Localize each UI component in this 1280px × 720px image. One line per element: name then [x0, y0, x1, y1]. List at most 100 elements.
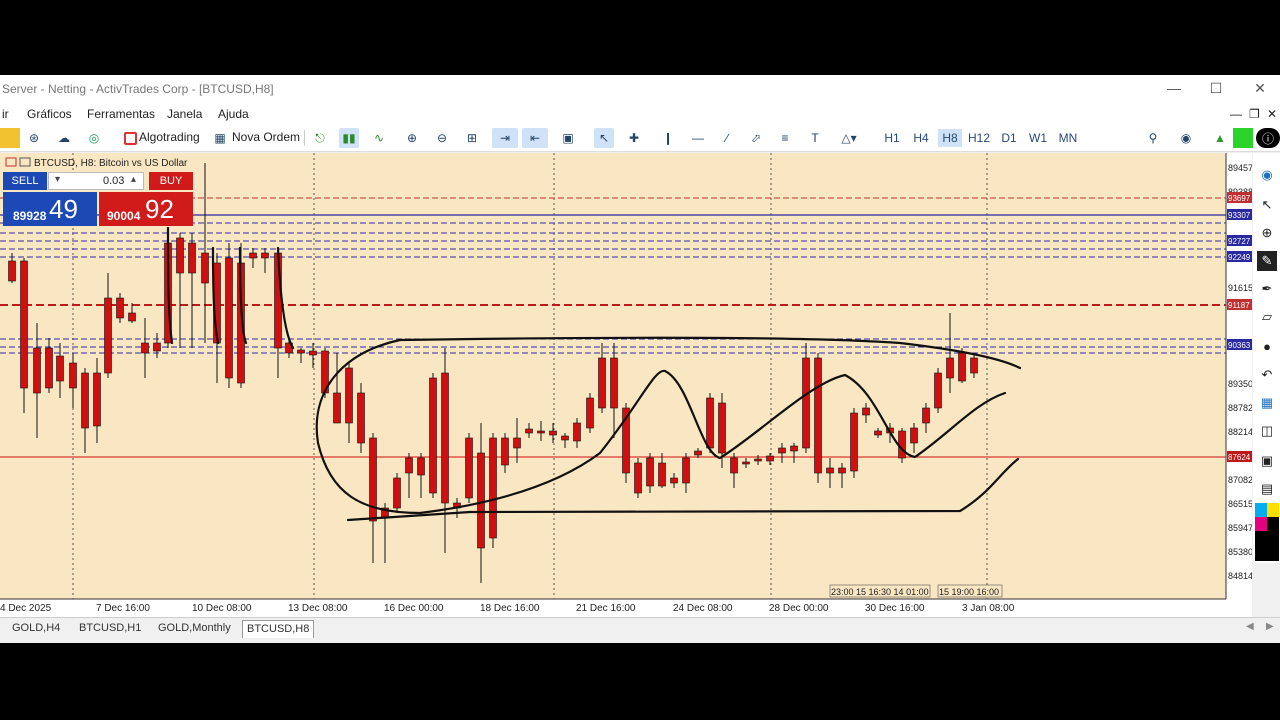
search-icon[interactable]: ⚲ — [1143, 128, 1163, 148]
timeframe-mn[interactable]: MN — [1056, 129, 1080, 147]
candle-body — [586, 397, 594, 429]
zoom-out-icon[interactable]: ⊖ — [432, 128, 452, 148]
candle-body — [333, 392, 341, 424]
candle-body — [357, 392, 365, 444]
candlestick-chart-icon[interactable]: ▮▮ — [339, 128, 359, 148]
timeframe-w1[interactable]: W1 — [1028, 129, 1048, 147]
candle-body — [850, 412, 858, 472]
buy-price-box[interactable]: 90004 92 — [99, 192, 193, 226]
candle-body — [706, 397, 714, 449]
algotrading-icon[interactable] — [120, 128, 140, 148]
trash-icon[interactable]: ▦ — [1257, 393, 1277, 413]
account-icon[interactable]: ◉ — [1176, 128, 1196, 148]
cloud-icon[interactable]: ☁ — [54, 128, 74, 148]
vertical-line-icon[interactable]: ❙ — [658, 128, 678, 148]
candle-body — [93, 372, 101, 427]
volume-up-icon[interactable]: ▴ — [131, 174, 136, 185]
minimize-button[interactable]: — — [1166, 80, 1182, 96]
candle-body — [694, 450, 702, 456]
trendline-icon[interactable]: ∕ — [717, 128, 737, 148]
globe-icon[interactable]: ◎ — [84, 128, 104, 148]
time-tick-label: 21 Dec 16:00 — [576, 603, 636, 614]
candle-body — [56, 355, 64, 382]
folder-icon[interactable] — [0, 128, 20, 148]
close-button[interactable]: ✕ — [1252, 80, 1268, 96]
maximize-button[interactable]: ☐ — [1208, 80, 1224, 96]
mdi-close-button[interactable]: ✕ — [1267, 107, 1277, 121]
timeframe-h4[interactable]: H4 — [911, 129, 931, 147]
candle-body — [934, 372, 942, 409]
candle-body — [249, 252, 257, 259]
dot-icon[interactable]: ● — [1257, 337, 1277, 357]
volume-value[interactable]: 0.03 — [103, 175, 124, 187]
bar-chart-icon[interactable]: ⎋ — [310, 128, 330, 148]
autoscroll-icon[interactable]: ⇥ — [492, 128, 518, 148]
candle-body — [297, 349, 305, 354]
menu-bar: ir Gráficos Ferramentas Janela Ajuda — ❐… — [0, 103, 1280, 125]
clipboard-icon[interactable]: ▤ — [1257, 479, 1277, 499]
fibonacci-icon[interactable]: ≡ — [775, 128, 795, 148]
tab-scroll-left-icon[interactable]: ◀ — [1246, 621, 1254, 632]
price-tick-label: 84814.71 — [1228, 571, 1252, 581]
candle-body — [910, 427, 918, 444]
price-level-badge-text: 93307 — [1228, 211, 1251, 220]
info-icon[interactable]: ⓘ — [1256, 128, 1280, 148]
horizontal-line-icon[interactable]: — — [688, 128, 708, 148]
eye-icon[interactable]: ◉ — [1257, 165, 1277, 185]
tab-gold-h4[interactable]: GOLD,H4 — [8, 620, 64, 637]
algotrading-button[interactable]: Algotrading — [139, 130, 200, 144]
buy-button[interactable]: BUY — [149, 172, 193, 190]
menu-item-arquivo[interactable]: ir — [2, 107, 9, 121]
nova-ordem-button[interactable]: Nova Ordem — [232, 130, 300, 144]
price-tick-label: 91615 — [1228, 283, 1252, 293]
pen-icon[interactable]: ✒ — [1257, 279, 1277, 299]
pointer-icon[interactable]: ↖ — [1257, 195, 1277, 215]
cursor-icon[interactable]: ↖ — [594, 128, 614, 148]
sell-button[interactable]: SELL — [3, 172, 47, 190]
menu-item-janela[interactable]: Janela — [167, 107, 202, 121]
sell-price-box[interactable]: 89928 49 — [3, 192, 97, 226]
color-palette[interactable] — [1255, 503, 1279, 561]
mdi-minimize-button[interactable]: — — [1230, 107, 1242, 121]
ruler-icon[interactable]: ▱ — [1257, 307, 1277, 327]
chart-shift-icon[interactable]: ⇤ — [522, 128, 548, 148]
main-toolbar: ⊛ ☁ ◎ Algotrading ▦ Nova Ordem ⎋ ▮▮ ∿ ⊕ … — [0, 125, 1280, 152]
eraser-icon[interactable]: ✎ — [1257, 251, 1277, 271]
grid-icon[interactable]: ⊞ — [462, 128, 482, 148]
tab-gold-monthly[interactable]: GOLD,Monthly — [154, 620, 235, 637]
menu-item-graficos[interactable]: Gráficos — [27, 107, 72, 121]
signal-strength-icon[interactable]: ▲ — [1210, 128, 1230, 148]
mdi-restore-button[interactable]: ❐ — [1249, 107, 1260, 121]
tab-btcusd-h1[interactable]: BTCUSD,H1 — [75, 620, 145, 637]
text-tool-icon[interactable]: T — [805, 128, 825, 148]
channel-icon[interactable]: ⬀ — [746, 128, 766, 148]
board-icon[interactable]: ◫ — [1257, 421, 1277, 441]
volume-down-icon[interactable]: ▾ — [55, 174, 60, 185]
candle-body — [537, 430, 545, 434]
candle-body — [104, 297, 112, 374]
camera-icon[interactable]: ▣ — [1257, 451, 1277, 471]
menu-item-ajuda[interactable]: Ajuda — [218, 107, 249, 121]
candle-body — [417, 457, 425, 476]
timeframe-h12[interactable]: H12 — [967, 129, 991, 147]
candle-body — [898, 430, 906, 459]
line-chart-icon[interactable]: ∿ — [369, 128, 389, 148]
crosshair-icon[interactable]: ✚ — [624, 128, 644, 148]
menu-item-ferramentas[interactable]: Ferramentas — [87, 107, 155, 121]
time-tick-label: 10 Dec 08:00 — [192, 603, 252, 614]
tab-scroll-right-icon[interactable]: ▶ — [1266, 621, 1274, 632]
crosshair-draw-icon[interactable]: ⊕ — [1257, 223, 1277, 243]
shapes-dropdown-icon[interactable]: △▾ — [834, 128, 864, 148]
undo-icon[interactable]: ↶ — [1257, 365, 1277, 385]
timeframe-h1[interactable]: H1 — [882, 129, 902, 147]
candle-body — [345, 367, 353, 424]
zoom-in-icon[interactable]: ⊕ — [402, 128, 422, 148]
candle-body — [20, 260, 28, 389]
screenshot-icon[interactable]: ▣ — [558, 128, 578, 148]
volume-field[interactable]: ▾ 0.03 ▴ — [48, 172, 144, 190]
tab-btcusd-h8[interactable]: BTCUSD,H8 — [242, 620, 315, 638]
timeframe-h8[interactable]: H8 — [938, 129, 962, 147]
signal-icon[interactable]: ⊛ — [24, 128, 44, 148]
timeframe-d1[interactable]: D1 — [999, 129, 1019, 147]
new-order-icon[interactable]: ▦ — [210, 128, 230, 148]
